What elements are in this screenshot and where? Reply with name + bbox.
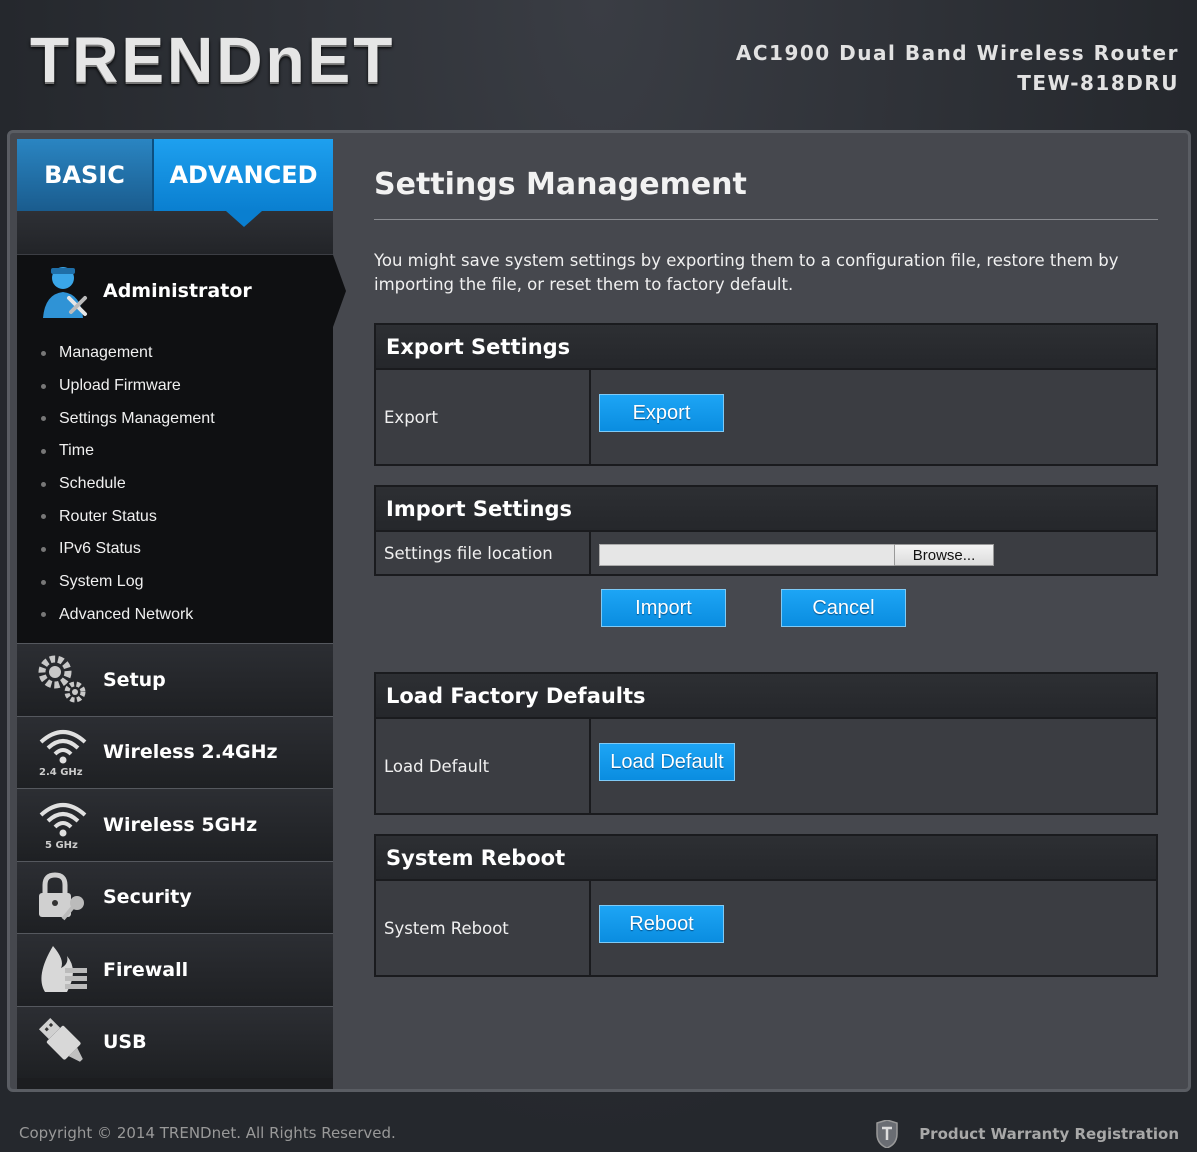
settings-file-input[interactable]: [599, 544, 895, 566]
sidebar-item-label: Settings Management: [59, 409, 215, 427]
sidebar-section-administrator[interactable]: Administrator: [17, 255, 346, 327]
load-default-row: Load Default Load Default: [376, 719, 1156, 813]
tab-basic[interactable]: BASIC: [17, 139, 152, 211]
sidebar-nav-label: Wireless 2.4GHz: [103, 741, 278, 764]
load-default-button[interactable]: Load Default: [599, 743, 735, 781]
system-reboot-panel: System Reboot System Reboot Reboot: [374, 834, 1158, 977]
import-settings-panel: Import Settings Settings file location B…: [374, 485, 1158, 576]
sidebar-nav-firewall[interactable]: Firewall: [17, 933, 333, 1006]
reboot-row: System Reboot Reboot: [376, 881, 1156, 975]
cancel-button[interactable]: Cancel: [781, 589, 906, 627]
sidebar-item-time[interactable]: Time: [17, 435, 333, 468]
sidebar-item-label: Advanced Network: [59, 605, 194, 623]
band-label: 2.4 GHz: [39, 767, 83, 779]
sidebar-nav-label: Setup: [103, 668, 166, 691]
panel-heading: Import Settings: [376, 487, 1156, 532]
export-row: Export Export: [376, 370, 1156, 464]
sidebar-item-schedule[interactable]: Schedule: [17, 468, 333, 501]
wifi-icon: 2.4 GHz: [35, 724, 91, 780]
reboot-value: Reboot: [591, 881, 1156, 975]
sidebar-item-label: Schedule: [59, 475, 126, 493]
administrator-submenu: Management Upload Firmware Settings Mana…: [17, 327, 333, 643]
sidebar: BASIC ADVANCED Administrator Management …: [17, 139, 346, 1089]
sidebar-item-advanced-network[interactable]: Advanced Network: [17, 599, 333, 632]
export-settings-panel: Export Settings Export Export: [374, 323, 1158, 466]
sidebar-item-label: IPv6 Status: [59, 540, 141, 558]
sidebar-nav-security[interactable]: Security: [17, 860, 333, 933]
bullet-icon: [41, 350, 46, 356]
reboot-button[interactable]: Reboot: [599, 905, 724, 943]
sidebar-nav-wireless-5ghz[interactable]: 5 GHz Wireless 5GHz: [17, 788, 333, 861]
bullet-icon: [41, 579, 46, 585]
bullet-icon: [41, 416, 46, 422]
bullet-icon: [41, 546, 46, 552]
sidebar-item-label: Router Status: [59, 507, 157, 525]
trendnet-logo: TRENDnET: [30, 24, 396, 96]
copyright-text: Copyright © 2014 TRENDnet. All Rights Re…: [19, 1124, 396, 1142]
warranty-registration-link[interactable]: Product Warranty Registration: [875, 1119, 1179, 1149]
sidebar-item-system-log[interactable]: System Log: [17, 566, 333, 599]
browse-button[interactable]: Browse...: [894, 544, 994, 566]
main-frame: BASIC ADVANCED Administrator Management …: [7, 130, 1191, 1092]
sidebar-item-management[interactable]: Management: [17, 337, 333, 370]
import-button[interactable]: Import: [601, 589, 726, 627]
load-default-value: Load Default: [591, 719, 1156, 813]
sidebar-nav-setup[interactable]: Setup: [17, 643, 333, 716]
system-reboot-label: System Reboot: [376, 881, 591, 975]
product-sku: TEW-818DRU: [1017, 71, 1179, 95]
sidebar-nav-label: Wireless 5GHz: [103, 813, 258, 836]
tab-spacer: [17, 211, 333, 255]
usb-icon: [35, 1014, 91, 1070]
panel-heading: Export Settings: [376, 325, 1156, 370]
sidebar-item-label: System Log: [59, 573, 144, 591]
sidebar-item-label: Upload Firmware: [59, 377, 181, 395]
bullet-icon: [41, 383, 46, 389]
band-label: 5 GHz: [45, 839, 78, 851]
sidebar-item-settings-management[interactable]: Settings Management: [17, 402, 333, 435]
sidebar-nav-label: USB: [103, 1031, 147, 1054]
sidebar-item-label: Time: [59, 442, 94, 460]
tab-advanced[interactable]: ADVANCED: [152, 139, 333, 227]
sidebar-item-upload-firmware[interactable]: Upload Firmware: [17, 370, 333, 403]
export-label: Export: [376, 370, 591, 464]
sidebar-nav-label: Firewall: [103, 958, 189, 981]
sidebar-item-ipv6-status[interactable]: IPv6 Status: [17, 533, 333, 566]
load-default-label: Load Default: [376, 719, 591, 813]
title-divider: [374, 219, 1158, 220]
import-row: Settings file location Browse...: [376, 532, 1156, 574]
gears-icon: [35, 652, 91, 708]
bullet-icon: [41, 612, 46, 618]
export-button[interactable]: Export: [599, 394, 724, 432]
sidebar-item-label: Management: [59, 344, 153, 362]
shield-icon: [875, 1119, 899, 1149]
sidebar-section-label: Administrator: [103, 280, 252, 302]
bullet-icon: [41, 481, 46, 487]
page-title: Settings Management: [374, 167, 747, 202]
page-description: You might save system settings by export…: [374, 251, 1119, 294]
administrator-icon: [33, 260, 95, 322]
settings-file-location-label: Settings file location: [376, 532, 591, 574]
sidebar-nav-wireless-24ghz[interactable]: 2.4 GHz Wireless 2.4GHz: [17, 715, 333, 788]
product-model-line: AC1900 Dual Band Wireless Router: [735, 41, 1179, 65]
sidebar-item-router-status[interactable]: Router Status: [17, 500, 333, 533]
bullet-icon: [41, 448, 46, 454]
firewall-icon: [35, 942, 91, 998]
bullet-icon: [41, 514, 46, 520]
sidebar-nav-label: Security: [103, 886, 192, 909]
factory-defaults-panel: Load Factory Defaults Load Default Load …: [374, 672, 1158, 815]
panel-heading: System Reboot: [376, 836, 1156, 881]
warranty-label: Product Warranty Registration: [919, 1125, 1179, 1143]
panel-heading: Load Factory Defaults: [376, 674, 1156, 719]
export-value: Export: [591, 370, 1156, 464]
product-name: AC1900 Dual Band Wireless Router TEW-818…: [736, 38, 1179, 98]
import-value: Browse...: [591, 532, 1156, 574]
mode-tabs: BASIC ADVANCED: [17, 139, 333, 227]
lock-key-icon: [35, 869, 91, 925]
wifi-icon: 5 GHz: [35, 797, 91, 853]
sidebar-nav-usb[interactable]: USB: [17, 1005, 333, 1078]
